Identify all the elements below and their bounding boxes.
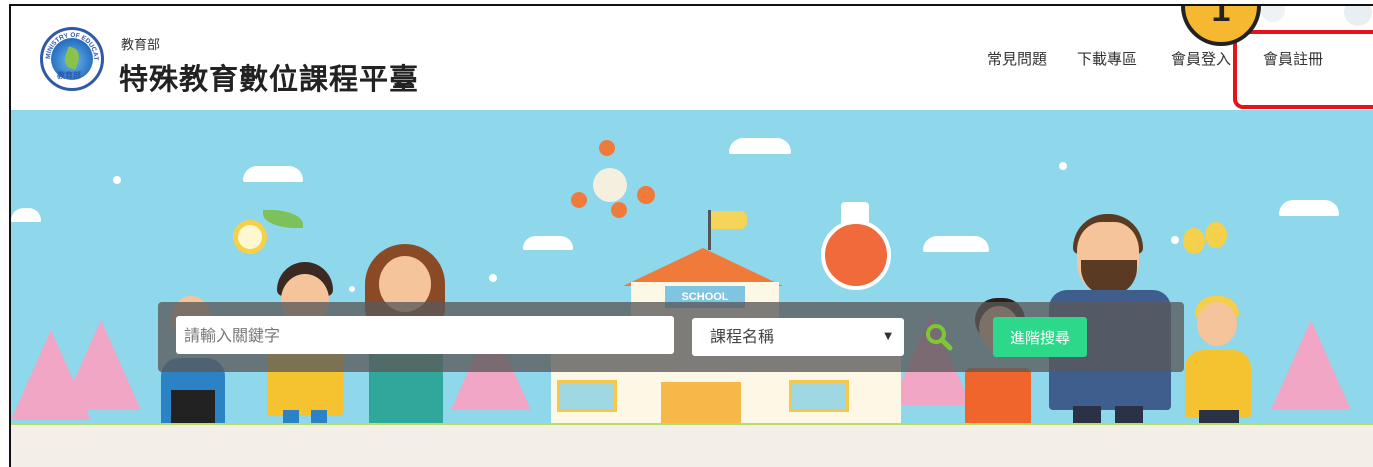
school-flag (711, 211, 747, 229)
sky-dot (489, 274, 497, 282)
pink-tree (61, 320, 141, 410)
school-window (557, 380, 617, 412)
sky-dot (113, 176, 121, 184)
cloud (923, 236, 989, 252)
school-roof (623, 248, 783, 286)
molecule-center (593, 168, 627, 202)
pink-tree (1271, 320, 1351, 410)
nav-login[interactable]: 會員登入 (1171, 48, 1231, 69)
cloud (1279, 200, 1339, 216)
hero-banner: SCHOOL 課程名 (11, 110, 1373, 467)
sky-dot (349, 286, 355, 292)
molecule-atom (637, 186, 655, 204)
logo-leaf-icon (62, 46, 82, 70)
nav-faq[interactable]: 常見問題 (987, 48, 1047, 69)
ministry-name: 教育部 (121, 38, 161, 53)
search-field-select[interactable]: 課程名稱 ▼ (692, 318, 904, 356)
ground (11, 425, 1373, 467)
sky-dot (1059, 162, 1067, 170)
annotation-highlight-box (1233, 30, 1373, 109)
kid-torso (1185, 350, 1251, 418)
kid-head (1197, 302, 1237, 346)
butterfly-icon (1183, 228, 1205, 254)
cloud (11, 208, 41, 222)
magnifier-icon[interactable] (924, 322, 954, 352)
site-header: MINISTRY OF EDUCATION 教育部 教育部 特殊教育數位課程平臺… (11, 6, 1373, 110)
select-value: 課程名稱 (710, 327, 775, 346)
butterfly-icon (1205, 222, 1227, 248)
sky-dot (1171, 236, 1179, 244)
cloud (243, 166, 303, 182)
flask-illustration-icon (821, 220, 891, 290)
magnifier-illustration-icon (233, 220, 267, 254)
browser-viewport: MINISTRY OF EDUCATION 教育部 教育部 特殊教育數位課程平臺… (9, 4, 1373, 467)
moe-logo[interactable]: MINISTRY OF EDUCATION 教育部 (40, 27, 104, 91)
keyword-search-input[interactable] (176, 316, 674, 354)
site-title[interactable]: 特殊教育數位課程平臺 (119, 56, 419, 98)
cloud (729, 138, 791, 154)
dropdown-caret-icon: ▼ (884, 331, 892, 342)
nav-downloads[interactable]: 下載專區 (1077, 48, 1137, 69)
search-panel: 課程名稱 ▼ 進階搜尋 (158, 302, 1184, 372)
cloud (523, 236, 573, 250)
molecule-atom (599, 140, 615, 156)
molecule-atom (611, 202, 627, 218)
school-window (789, 380, 849, 412)
advanced-search-button[interactable]: 進階搜尋 (993, 317, 1087, 357)
logo-bottom-text: 教育部 (57, 71, 81, 80)
leaf-illustration-icon (263, 210, 303, 228)
molecule-atom (571, 192, 587, 208)
